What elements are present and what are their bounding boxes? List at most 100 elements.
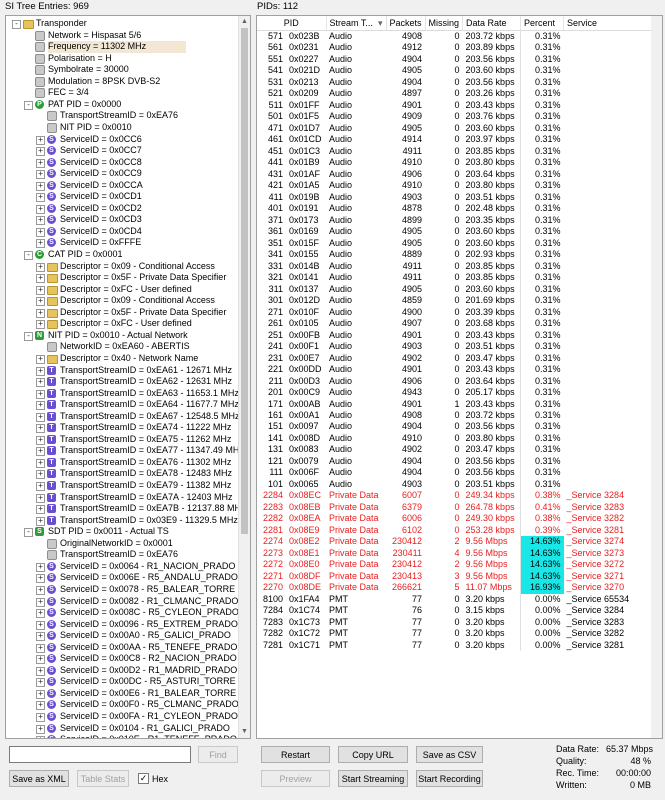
tree-node[interactable]: + S ServiceID = 0x0CD4 bbox=[6, 226, 238, 238]
tree-node[interactable]: + S ServiceID = 0x0CD1 bbox=[6, 191, 238, 203]
table-row[interactable]: 7281 0x1C71 PMT 77 0 3.20 kbps 0.00% _Service 3… bbox=[257, 639, 654, 652]
scroll-down-icon[interactable]: ▼ bbox=[240, 727, 249, 736]
restart-button[interactable]: Restart bbox=[261, 746, 330, 763]
column-header-packets[interactable]: Packets bbox=[386, 16, 426, 31]
tree-vertical-scrollbar[interactable]: ▲ ▼ bbox=[238, 16, 250, 738]
tree-node[interactable]: + S ServiceID = 0x00DC - R5_ASTURI_TORRE bbox=[6, 676, 238, 688]
tree-node[interactable]: + Descriptor = 0x5F - Private Data Specif… bbox=[6, 307, 238, 319]
table-row[interactable]: 261 0x0105 Audio 4907 0 203.68 kbps 0.31% bbox=[257, 318, 654, 330]
collapse-icon[interactable]: - bbox=[12, 20, 21, 29]
tree-node[interactable]: + Descriptor = 0xFC - User defined bbox=[6, 318, 238, 330]
tree-node[interactable]: + S ServiceID = 0x00A0 - R5_GALICI_PRADO bbox=[6, 630, 238, 642]
column-header-missing[interactable]: Missing bbox=[425, 16, 464, 31]
tree-node[interactable]: TransportStreamID = 0xEA76 bbox=[6, 110, 238, 122]
expand-icon[interactable]: + bbox=[36, 493, 45, 503]
tree-node[interactable]: - N NIT PID = 0x0010 - Actual Network bbox=[6, 330, 238, 342]
expand-icon[interactable]: + bbox=[36, 597, 45, 607]
hex-checkbox[interactable]: ✓ bbox=[138, 773, 149, 784]
column-header-service[interactable]: Service bbox=[563, 16, 655, 31]
tree-node[interactable]: + S ServiceID = 0x0CD3 bbox=[6, 214, 238, 226]
tree-node[interactable]: + S ServiceID = 0x0CD2 bbox=[6, 203, 238, 215]
expand-icon[interactable]: + bbox=[36, 447, 45, 457]
expand-icon[interactable]: + bbox=[36, 181, 45, 191]
table-row[interactable]: 2284 0x08EC Private Data 6007 0 249.34 kbps 0.… bbox=[257, 490, 654, 502]
tree-node[interactable]: Modulation = 8PSK DVB-S2 bbox=[6, 76, 238, 88]
tree-node[interactable]: + S ServiceID = 0x00C8 - R2_NACION_PRADO bbox=[6, 653, 238, 665]
save-as-xml-button[interactable]: Save as XML bbox=[9, 770, 69, 787]
expand-icon[interactable]: + bbox=[36, 435, 45, 445]
tree-node[interactable]: + S ServiceID = 0x0CC6 bbox=[6, 134, 238, 146]
tree-node[interactable]: NetworkID = 0xEA60 - ABERTIS bbox=[6, 341, 238, 353]
tree-node[interactable]: + S ServiceID = 0x006E - R5_ANDALU_PRADO bbox=[6, 572, 238, 584]
tree-node[interactable]: + S ServiceID = 0x0096 - R5_EXTREM_PRADO bbox=[6, 619, 238, 631]
save-as-csv-button[interactable]: Save as CSV bbox=[416, 746, 483, 763]
table-row[interactable]: 221 0x00DD Audio 4901 0 203.43 kbps 0.31% bbox=[257, 364, 654, 376]
preview-button[interactable]: Preview bbox=[261, 770, 330, 787]
expand-icon[interactable]: + bbox=[36, 297, 45, 307]
table-row[interactable]: 361 0x0169 Audio 4905 0 203.60 kbps 0.31% bbox=[257, 226, 654, 238]
table-row[interactable]: 561 0x0231 Audio 4912 0 203.89 kbps 0.31% bbox=[257, 42, 654, 54]
column-header-pid[interactable]: PID bbox=[257, 16, 327, 31]
tree-node[interactable]: + T TransportStreamID = 0xEA78 - 12483 MHz bbox=[6, 468, 238, 480]
table-row[interactable]: 2283 0x08EB Private Data 6379 0 264.78 kbps 0.… bbox=[257, 501, 654, 514]
expand-icon[interactable]: + bbox=[36, 632, 45, 642]
table-row[interactable]: 121 0x0079 Audio 4904 0 203.56 kbps 0.31% bbox=[257, 455, 654, 468]
expand-icon[interactable]: + bbox=[36, 366, 45, 376]
table-row[interactable]: 251 0x00FB Audio 4901 0 203.43 kbps 0.31% bbox=[257, 329, 654, 342]
expand-icon[interactable]: + bbox=[36, 713, 45, 722]
collapse-icon[interactable]: - bbox=[24, 528, 33, 538]
tree-node[interactable]: + T TransportStreamID = 0xEA61 - 12671 MHz bbox=[6, 365, 238, 377]
table-row[interactable]: 541 0x021D Audio 4905 0 203.60 kbps 0.31% bbox=[257, 65, 654, 77]
expand-icon[interactable]: + bbox=[36, 135, 45, 145]
tree-node[interactable]: + T TransportStreamID = 0xEA64 - 11677.7 M… bbox=[6, 399, 238, 411]
tree-node[interactable]: + S ServiceID = 0x0CC9 bbox=[6, 168, 238, 180]
expand-icon[interactable]: + bbox=[36, 666, 45, 676]
copy-url-button[interactable]: Copy URL bbox=[338, 746, 408, 763]
expand-icon[interactable]: + bbox=[36, 574, 45, 584]
table-row[interactable]: 7284 0x1C74 PMT 76 0 3.15 kbps 0.00% _Service 3… bbox=[257, 605, 654, 617]
table-row[interactable]: 101 0x0065 Audio 4903 0 203.51 kbps 0.31% bbox=[257, 478, 654, 491]
expand-icon[interactable]: + bbox=[36, 643, 45, 653]
tree-node[interactable]: +S ServiceID = 0x010E - R1_TENEFE_PRADO bbox=[6, 734, 238, 738]
table-row[interactable]: 231 0x00E7 Audio 4902 0 203.47 kbps 0.31% bbox=[257, 352, 654, 365]
table-row[interactable]: 531 0x0213 Audio 4904 0 203.56 kbps 0.31% bbox=[257, 76, 654, 89]
tree-node[interactable]: Network = Hispasat 5/6 bbox=[6, 30, 238, 42]
table-stats-button[interactable]: Table Stats bbox=[77, 770, 129, 787]
expand-icon[interactable]: + bbox=[36, 158, 45, 168]
start-streaming-button[interactable]: Start Streaming bbox=[338, 770, 408, 787]
expand-icon[interactable]: + bbox=[36, 193, 45, 203]
table-row[interactable]: 2272 0x08E0 Private Data 230412 2 9.56 Mbps 14… bbox=[257, 559, 654, 571]
table-row[interactable]: 2273 0x08E1 Private Data 230411 4 9.56 Mbps 14… bbox=[257, 547, 654, 560]
collapse-icon[interactable]: - bbox=[24, 251, 33, 260]
tree-node[interactable]: + S ServiceID = 0x0104 - R1_GALICI_PRADO bbox=[6, 723, 238, 735]
search-input[interactable] bbox=[9, 746, 191, 763]
expand-icon[interactable]: + bbox=[36, 424, 45, 434]
table-row[interactable]: 371 0x0173 Audio 4899 0 203.35 kbps 0.31% bbox=[257, 214, 654, 227]
tree-node[interactable]: NIT PID = 0x0010 bbox=[6, 122, 238, 134]
expand-icon[interactable]: + bbox=[36, 620, 45, 630]
collapse-icon[interactable]: - bbox=[24, 331, 33, 341]
tree-node[interactable]: - Transponder bbox=[6, 18, 238, 30]
expand-icon[interactable]: + bbox=[36, 482, 45, 491]
tree-node[interactable]: - C CAT PID = 0x0001 bbox=[6, 249, 238, 261]
tree-node[interactable]: + T TransportStreamID = 0xEA7B - 12137.88 … bbox=[6, 503, 238, 515]
table-row[interactable]: 2271 0x08DF Private Data 230413 3 9.56 Mbps 14… bbox=[257, 570, 654, 583]
expand-icon[interactable]: + bbox=[36, 736, 45, 738]
expand-icon[interactable]: + bbox=[36, 285, 45, 295]
column-header-percent[interactable]: Percent bbox=[520, 16, 565, 31]
tree-node[interactable]: + S ServiceID = 0x0064 - R1_NACION_PRADO bbox=[6, 561, 238, 573]
tree-scroll-thumb[interactable] bbox=[241, 28, 248, 534]
expand-icon[interactable]: + bbox=[36, 562, 45, 572]
table-row[interactable]: 301 0x012D Audio 4859 0 201.69 kbps 0.31% bbox=[257, 295, 654, 307]
table-row[interactable]: 7282 0x1C72 PMT 77 0 3.20 kbps 0.00% _Service 3… bbox=[257, 628, 654, 640]
tree-node[interactable]: + T TransportStreamID = 0xEA67 - 12548.5 M… bbox=[6, 411, 238, 423]
tree-node[interactable]: - S SDT PID = 0x0011 - Actual TS bbox=[6, 526, 238, 538]
tree-node[interactable]: + T TransportStreamID = 0xEA77 - 11347.49 … bbox=[6, 445, 238, 457]
table-row[interactable]: 151 0x0097 Audio 4904 0 203.56 kbps 0.31% bbox=[257, 421, 654, 433]
tree-node[interactable]: + S ServiceID = 0xFFFE bbox=[6, 237, 238, 249]
tree-node[interactable]: + S ServiceID = 0x00D2 - R1_MADRID_PRADO bbox=[6, 665, 238, 677]
expand-icon[interactable]: + bbox=[36, 655, 45, 665]
expand-icon[interactable]: + bbox=[36, 170, 45, 180]
start-recording-button[interactable]: Start Recording bbox=[416, 770, 483, 787]
tree-node[interactable]: TransportStreamID = 0xEA76 bbox=[6, 549, 238, 561]
